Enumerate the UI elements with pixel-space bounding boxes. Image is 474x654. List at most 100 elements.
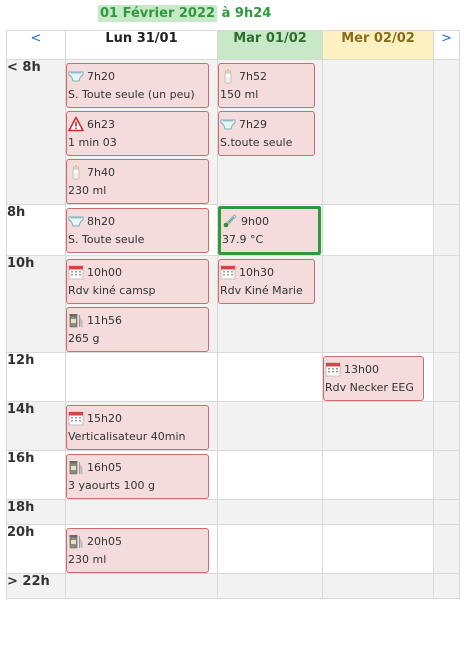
cell-lun-14h: 15h20 Verticalisateur 40min	[65, 401, 218, 451]
event-card[interactable]: 20h05 230 ml	[66, 528, 209, 573]
event-label: 3 yaourts 100 g	[68, 479, 155, 492]
event-card[interactable]: 15h20 Verticalisateur 40min	[66, 405, 209, 450]
event-label: 230 ml	[68, 184, 107, 197]
event-card[interactable]: 7h29 S.toute seule	[218, 111, 315, 156]
hour-row-after-22h: > 22h	[6, 573, 460, 599]
hour-label: 14h	[6, 401, 66, 451]
event-card[interactable]: 13h00 Rdv Necker EEG	[323, 356, 424, 401]
event-card[interactable]: 11h56 265 g	[66, 307, 209, 352]
event-card[interactable]: 8h20 S. Toute seule	[66, 208, 209, 253]
current-date: 01 Février 2022	[98, 5, 218, 22]
current-datetime: 01 Février 2022 à 9h24	[98, 5, 272, 24]
event-time: 9h00	[241, 214, 269, 228]
edge-cell	[433, 352, 460, 402]
event-card[interactable]: 7h40 230 ml	[66, 159, 209, 204]
event-time: 13h00	[344, 362, 379, 376]
previous-week-button[interactable]: <	[6, 30, 66, 60]
cell-mar-14h	[217, 401, 323, 451]
hour-row-10h: 10h 10h00 Rdv kiné camsp 11h56 265 g 10h…	[6, 255, 460, 353]
next-week-button[interactable]: >	[433, 30, 460, 60]
cell-mer-20h	[322, 524, 434, 574]
day-header-mer: Mer 02/02	[322, 30, 434, 60]
edge-cell	[433, 524, 460, 574]
edge-cell	[433, 450, 460, 500]
cell-mer-16h	[322, 450, 434, 500]
event-time: 7h29	[239, 117, 267, 131]
hour-label: 16h	[6, 450, 66, 500]
event-time: 15h20	[87, 411, 122, 425]
day-header-mar: Mar 01/02	[217, 30, 323, 60]
current-time: 9h24	[234, 6, 272, 21]
cell-lun-before-8h: 7h20 S. Toute seule (un peu) 6h23 1 min …	[65, 59, 218, 205]
cell-mar-10h: 10h30 Rdv Kiné Marie	[217, 255, 323, 353]
hour-row-before-8h: < 8h 7h20 S. Toute seule (un peu) 6h23 1…	[6, 59, 460, 205]
warning-icon	[68, 116, 84, 132]
edge-cell	[433, 204, 460, 256]
cell-mer-8h	[322, 204, 434, 256]
edge-cell	[433, 401, 460, 451]
event-time: 6h23	[87, 117, 115, 131]
calendar-icon	[220, 264, 236, 280]
calendar-icon	[68, 264, 84, 280]
cell-mer-10h	[322, 255, 434, 353]
event-time: 16h05	[87, 460, 122, 474]
edge-cell	[433, 573, 460, 599]
event-card[interactable]: 7h52 150 ml	[218, 63, 315, 108]
cell-lun-18h	[65, 499, 218, 525]
cell-mar-16h	[217, 450, 323, 500]
event-time: 11h56	[87, 313, 122, 327]
food-jar-icon	[68, 312, 84, 328]
hour-label: 18h	[6, 499, 66, 525]
event-time: 7h20	[87, 69, 115, 83]
hour-row-14h: 14h 15h20 Verticalisateur 40min	[6, 401, 460, 451]
hour-label: 10h	[6, 255, 66, 353]
cell-mer-18h	[322, 499, 434, 525]
edge-cell	[433, 499, 460, 525]
thermometer-icon	[222, 213, 238, 229]
weekly-calendar: < Lun 31/01 Mar 01/02 Mer 02/02 > < 8h 7…	[6, 30, 460, 599]
diaper-icon	[68, 68, 84, 84]
hour-row-8h: 8h 8h20 S. Toute seule 9h00 37.9 °C	[6, 204, 460, 256]
edge-cell	[433, 59, 460, 205]
diaper-icon	[220, 116, 236, 132]
cell-mar-20h	[217, 524, 323, 574]
hour-row-20h: 20h 20h05 230 ml	[6, 524, 460, 574]
date-time-separator: à	[221, 6, 231, 21]
hour-row-12h: 12h 13h00 Rdv Necker EEG	[6, 352, 460, 402]
event-card[interactable]: 7h20 S. Toute seule (un peu)	[66, 63, 209, 108]
hour-row-18h: 18h	[6, 499, 460, 525]
event-time: 7h52	[239, 69, 267, 83]
calendar-icon	[68, 410, 84, 426]
event-card[interactable]: 10h00 Rdv kiné camsp	[66, 259, 209, 304]
event-time: 20h05	[87, 534, 122, 548]
cell-mer-after-22h	[322, 573, 434, 599]
hour-label: > 22h	[6, 573, 66, 599]
cell-lun-16h: 16h05 3 yaourts 100 g	[65, 450, 218, 500]
cell-lun-20h: 20h05 230 ml	[65, 524, 218, 574]
event-label: Rdv Necker EEG	[325, 381, 414, 394]
baby-bottle-icon	[68, 164, 84, 180]
event-label: S. Toute seule	[68, 233, 145, 246]
cell-mar-8h: 9h00 37.9 °C	[217, 204, 323, 256]
event-label: Verticalisateur 40min	[68, 430, 186, 443]
cell-mar-before-8h: 7h52 150 ml 7h29 S.toute seule	[217, 59, 323, 205]
event-card[interactable]: 6h23 1 min 03	[66, 111, 209, 156]
baby-bottle-icon	[220, 68, 236, 84]
event-label: Rdv kiné camsp	[68, 284, 156, 297]
hour-label: < 8h	[6, 59, 66, 205]
cell-mar-after-22h	[217, 573, 323, 599]
event-card-current[interactable]: 9h00 37.9 °C	[218, 206, 321, 255]
event-card[interactable]: 10h30 Rdv Kiné Marie	[218, 259, 315, 304]
hour-row-16h: 16h 16h05 3 yaourts 100 g	[6, 450, 460, 500]
hour-label: 12h	[6, 352, 66, 402]
diaper-icon	[68, 213, 84, 229]
event-label: 150 ml	[220, 88, 259, 101]
event-time: 10h30	[239, 265, 274, 279]
event-card[interactable]: 16h05 3 yaourts 100 g	[66, 454, 209, 499]
cell-mar-18h	[217, 499, 323, 525]
cell-lun-10h: 10h00 Rdv kiné camsp 11h56 265 g	[65, 255, 218, 353]
event-label: 37.9 °C	[222, 233, 264, 246]
cell-mer-12h: 13h00 Rdv Necker EEG	[322, 352, 434, 402]
event-time: 8h20	[87, 214, 115, 228]
event-label: S. Toute seule (un peu)	[68, 88, 195, 101]
